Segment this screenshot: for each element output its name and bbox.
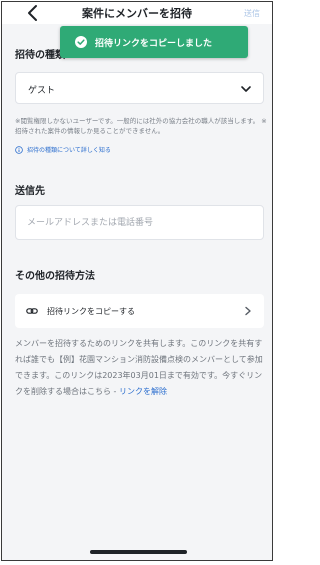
page-title: 案件にメンバーを招待 [82, 7, 192, 20]
link-icon [26, 308, 38, 314]
copy-link-label: 招待リンクをコピーする [47, 306, 135, 316]
invite-screen: 案件にメンバーを招待 送信 招待リンクをコピーしました 招待の種類 ゲスト ※閲… [1, 1, 273, 561]
invite-type-info-link[interactable]: 招待の種類について詳しく知る [15, 145, 111, 154]
chevron-right-icon [245, 306, 251, 316]
chevron-down-icon [241, 86, 251, 92]
revoke-link[interactable]: リンクを解除 [119, 387, 167, 396]
invite-type-select[interactable]: ゲスト [15, 72, 264, 104]
toast-notification: 招待リンクをコピーしました [60, 26, 248, 58]
toast-message: 招待リンクをコピーしました [95, 38, 213, 49]
recipient-input[interactable] [15, 205, 264, 240]
copy-invite-link-button[interactable]: 招待リンクをコピーする [15, 294, 264, 328]
send-button[interactable]: 送信 [244, 8, 260, 19]
navigation-bar: 案件にメンバーを招待 送信 [2, 2, 272, 24]
home-indicator [90, 550, 187, 554]
recipient-label: 送信先 [15, 186, 45, 197]
info-link-text: 招待の種類について詳しく知る [27, 147, 111, 154]
other-methods-label: その他の招待方法 [15, 271, 95, 282]
invite-link-description: メンバーを招待するためのリンクを共有します。このリンクを共有すれば誰でも【例】花… [15, 336, 267, 400]
check-circle-icon [75, 36, 87, 48]
invite-type-note: ※閲覧権限しかないユーザーです。一般的には社外の協力会社の職人が該当します。 ※… [15, 117, 267, 135]
invite-type-value: ゲスト [28, 86, 56, 96]
invite-type-label: 招待の種類 [15, 50, 65, 61]
info-icon [15, 145, 23, 154]
